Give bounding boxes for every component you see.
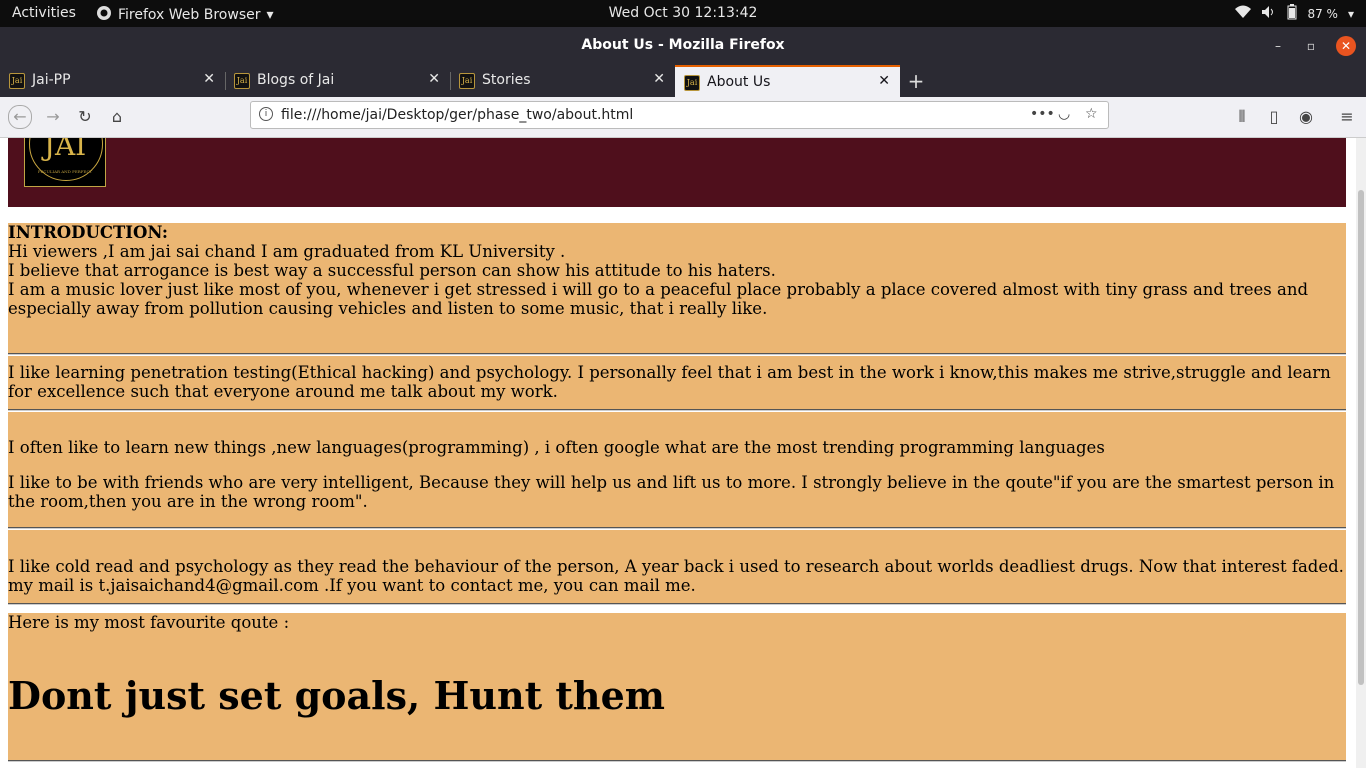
intro-section: INTRODUCTION: Hi viewers ,I am jai sai c…	[8, 223, 1346, 354]
sidebar-icon[interactable]: ▯	[1263, 106, 1285, 128]
close-tab-icon[interactable]: ✕	[878, 73, 890, 89]
new-tab-button[interactable]: +	[905, 69, 927, 93]
battery-percent: 87 %	[1307, 6, 1338, 21]
tab-label: About Us	[707, 74, 771, 90]
hamburger-menu-icon[interactable]: ≡	[1336, 106, 1358, 128]
contact-section: I like cold read and psychology as they …	[8, 530, 1346, 604]
close-tab-icon[interactable]: ✕	[203, 71, 215, 87]
site-header: JAI PECULIAR AND PERFECT	[8, 138, 1346, 207]
learning-section: I like learning penetration testing(Ethi…	[8, 356, 1346, 410]
tab-blogs-of-jai[interactable]: Jai Blogs of Jai ✕	[225, 65, 450, 97]
site-logo[interactable]: JAI PECULIAR AND PERFECT	[24, 138, 106, 187]
favicon-icon: Jai	[234, 73, 250, 89]
interests-section: I often like to learn new things ,new la…	[8, 412, 1346, 528]
window-title-bar: About Us - Mozilla Firefox – ▫ ✕	[0, 27, 1366, 64]
chevron-down-icon: ▾	[1347, 6, 1354, 21]
system-top-bar: Activities Firefox Web Browser ▾ Wed Oct…	[0, 0, 1366, 27]
horizontal-rule	[8, 527, 1346, 529]
contact-paragraph: I like cold read and psychology as they …	[8, 557, 1344, 595]
tab-label: Stories	[482, 72, 531, 88]
page-actions-icon[interactable]: •••	[1030, 106, 1055, 122]
intro-heading: INTRODUCTION:	[8, 223, 168, 242]
pocket-icon[interactable]: ◡	[1058, 106, 1070, 122]
logo-text: JAI	[43, 138, 87, 162]
account-icon[interactable]: ◉	[1295, 106, 1317, 128]
navigation-toolbar: ← → ↻ ⌂ i file:///home/jai/Desktop/ger/p…	[0, 97, 1366, 138]
address-bar[interactable]: i file:///home/jai/Desktop/ger/phase_two…	[250, 101, 1109, 129]
intro-line: I am a music lover just like most of you…	[8, 280, 1309, 318]
chevron-down-icon: ▾	[266, 7, 274, 23]
firefox-icon	[96, 5, 112, 25]
app-name: Firefox Web Browser	[118, 7, 261, 23]
favourite-quote: Dont just set goals, Hunt them	[8, 673, 665, 718]
tab-label: Blogs of Jai	[257, 72, 335, 88]
horizontal-rule	[8, 603, 1346, 605]
minimize-button[interactable]: –	[1268, 36, 1288, 56]
logo-subtext: PECULIAR AND PERFECT	[37, 169, 93, 174]
favicon-icon: Jai	[684, 75, 700, 91]
bookmark-star-icon[interactable]: ☆	[1085, 106, 1098, 122]
app-menu[interactable]: Firefox Web Browser ▾	[96, 5, 274, 25]
intro-line: I believe that arrogance is best way a s…	[8, 261, 776, 280]
quote-intro: Here is my most favourite qoute :	[8, 613, 290, 632]
maximize-button[interactable]: ▫	[1301, 36, 1321, 56]
window-title: About Us - Mozilla Firefox	[581, 37, 785, 53]
tab-stories[interactable]: Jai Stories ✕	[450, 65, 675, 97]
tab-about-us[interactable]: Jai About Us ✕	[675, 65, 900, 97]
vertical-scrollbar[interactable]	[1356, 138, 1366, 768]
url-text[interactable]: file:///home/jai/Desktop/ger/phase_two/a…	[281, 107, 633, 123]
languages-paragraph: I often like to learn new things ,new la…	[8, 438, 1105, 457]
site-info-icon[interactable]: i	[259, 107, 273, 121]
page-content: JAI PECULIAR AND PERFECT INTRODUCTION: H…	[0, 138, 1356, 768]
close-window-button[interactable]: ✕	[1336, 36, 1356, 56]
close-tab-icon[interactable]: ✕	[653, 71, 665, 87]
intro-line: Hi viewers ,I am jai sai chand I am grad…	[8, 242, 566, 261]
scrollbar-thumb[interactable]	[1358, 190, 1364, 685]
reload-button[interactable]: ↻	[74, 106, 96, 128]
system-tray[interactable]: 87 % ▾	[1235, 4, 1354, 23]
activities-button[interactable]: Activities	[12, 5, 76, 21]
horizontal-rule	[8, 760, 1346, 762]
horizontal-rule	[8, 353, 1346, 355]
forward-button[interactable]: →	[42, 106, 64, 128]
favicon-icon: Jai	[9, 73, 25, 89]
tab-jai-pp[interactable]: Jai Jai-PP ✕	[0, 65, 225, 97]
favicon-icon: Jai	[459, 73, 475, 89]
wifi-icon	[1235, 5, 1252, 22]
horizontal-rule	[8, 409, 1346, 411]
friends-paragraph: I like to be with friends who are very i…	[8, 473, 1335, 511]
back-button[interactable]: ←	[8, 105, 32, 129]
battery-icon	[1287, 4, 1297, 23]
tab-label: Jai-PP	[32, 72, 71, 88]
close-tab-icon[interactable]: ✕	[428, 71, 440, 87]
learning-paragraph: I like learning penetration testing(Ethi…	[8, 363, 1331, 401]
home-button[interactable]: ⌂	[106, 106, 128, 128]
volume-icon	[1261, 5, 1277, 22]
library-icon[interactable]: ⫴	[1231, 106, 1253, 128]
tab-strip: Jai Jai-PP ✕ Jai Blogs of Jai ✕ Jai Stor…	[0, 64, 1366, 97]
